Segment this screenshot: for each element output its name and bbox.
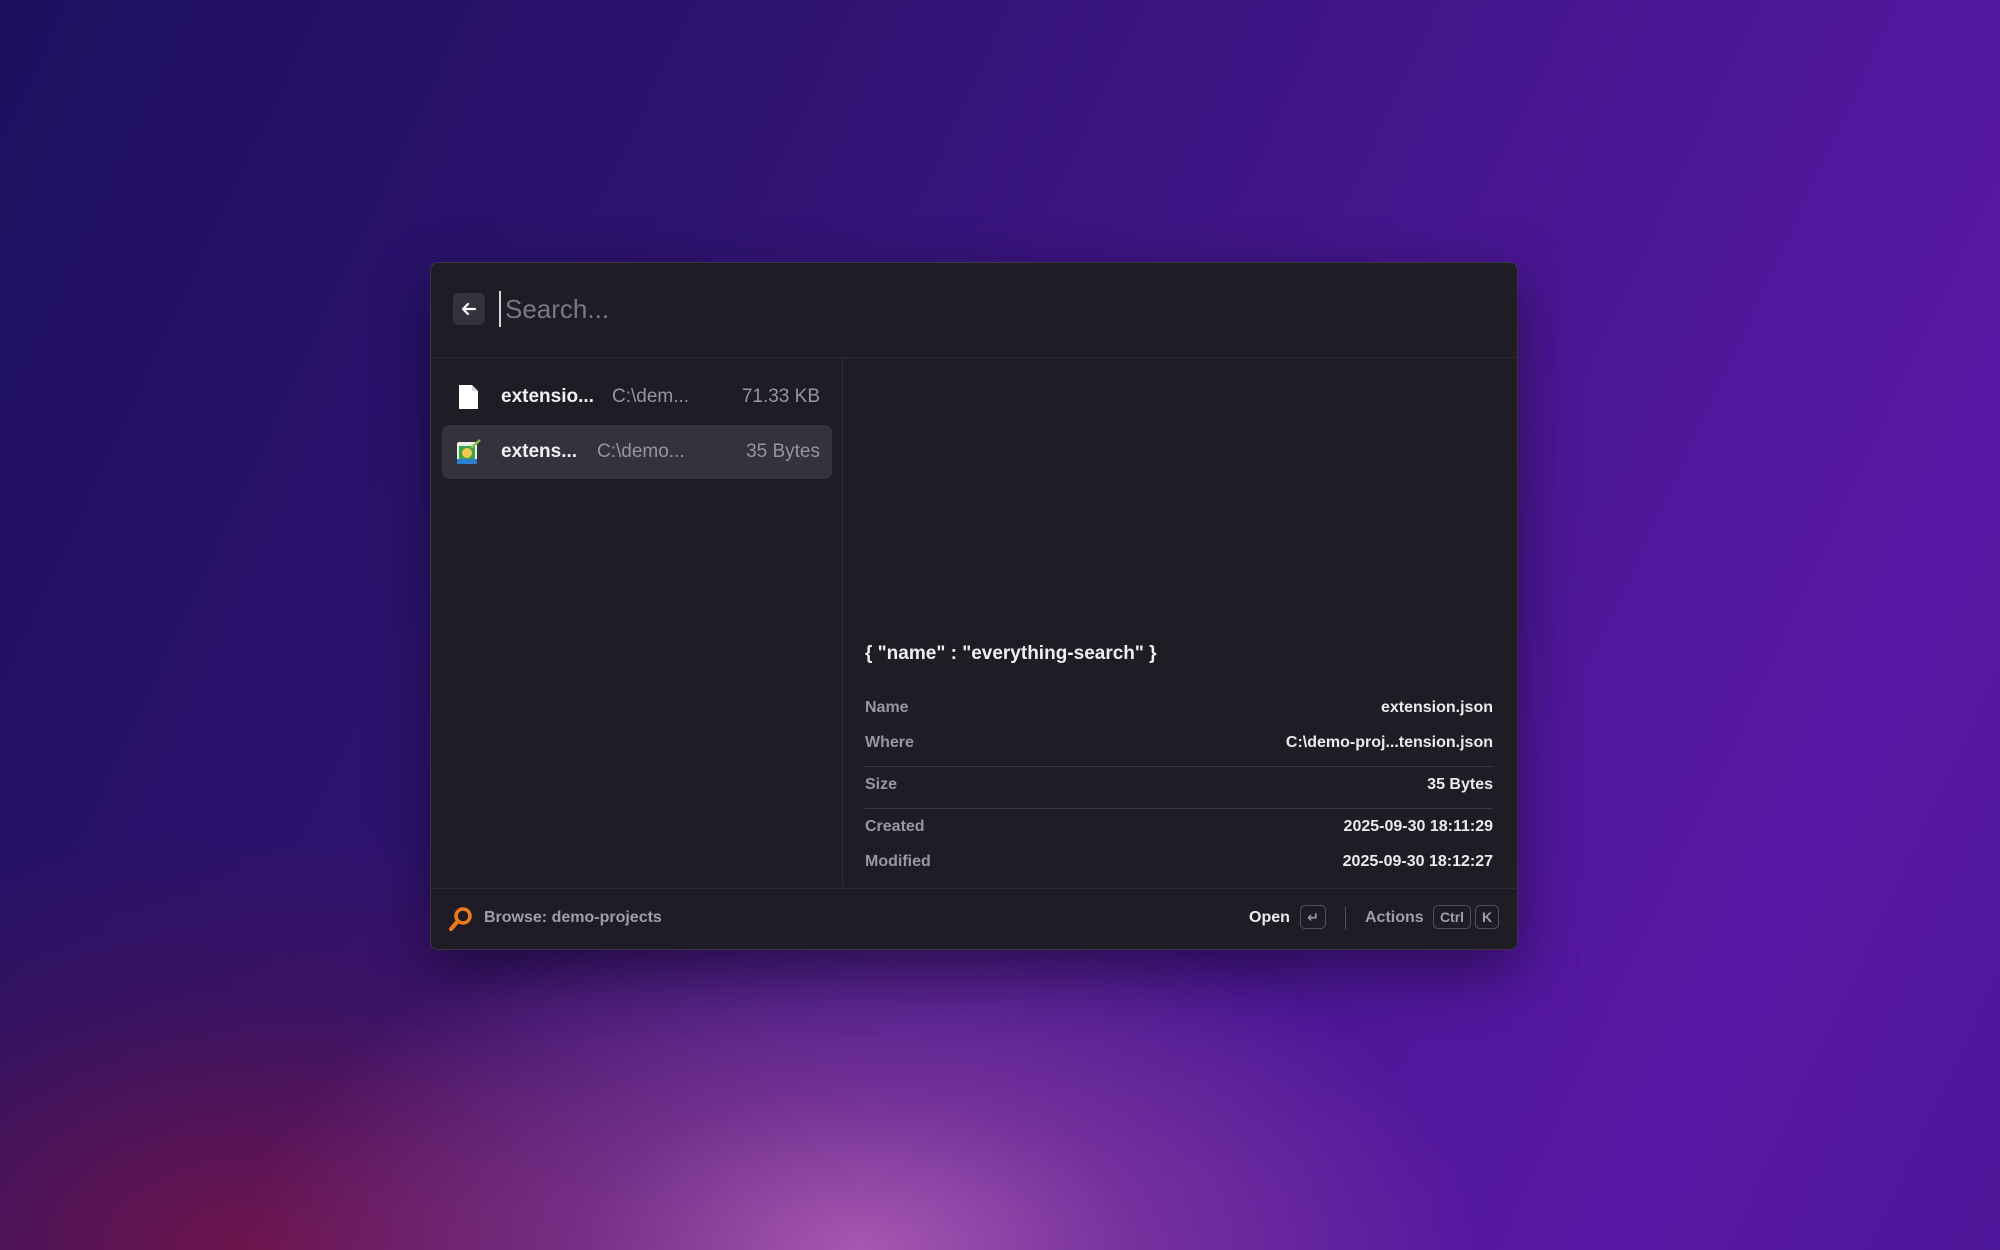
file-content-preview: { "name" : "everything-search" } <box>865 643 1157 664</box>
meta-where-row: Where C:\demo-proj...tension.json <box>865 728 1493 758</box>
result-path: C:\demo... <box>597 441 685 462</box>
meta-size-row: Size 35 Bytes <box>865 770 1493 800</box>
meta-created-value: 2025-09-30 18:11:29 <box>1343 818 1493 835</box>
result-name: extensio... <box>501 386 594 407</box>
result-path: C:\dem... <box>612 386 690 407</box>
meta-name-label: Name <box>865 699 909 716</box>
blank-document-icon <box>454 383 482 411</box>
meta-where-label: Where <box>865 734 914 751</box>
back-button[interactable] <box>453 293 485 325</box>
magnifier-icon <box>448 906 474 937</box>
json-file-icon <box>454 438 482 466</box>
ctrl-key-hint: Ctrl <box>1433 905 1471 929</box>
results-list: extensio... C:\dem... 71.33 KB extens...… <box>431 358 843 886</box>
meta-name-row: Name extension.json <box>865 693 1493 723</box>
result-row-selected[interactable]: extens... C:\demo... 35 Bytes <box>442 425 832 479</box>
meta-name-value: extension.json <box>1380 699 1493 716</box>
result-size: 71.33 KB <box>741 386 820 407</box>
launcher-window: extensio... C:\dem... 71.33 KB extens...… <box>430 262 1518 950</box>
meta-modified-value: 2025-09-30 18:12:27 <box>1342 853 1493 870</box>
meta-modified-row: Modified 2025-09-30 18:12:27 <box>865 847 1493 877</box>
search-bar <box>431 263 1517 358</box>
result-size: 35 Bytes <box>746 441 820 462</box>
meta-size-value: 35 Bytes <box>1427 776 1493 793</box>
meta-divider <box>865 766 1493 767</box>
result-name: extens... <box>501 441 578 462</box>
arrow-left-icon <box>460 300 478 318</box>
meta-where-value: C:\demo-proj...tension.json <box>1285 734 1493 751</box>
k-key-hint: K <box>1475 905 1499 929</box>
meta-modified-label: Modified <box>865 853 931 870</box>
open-action-button[interactable]: Open <box>1249 909 1290 927</box>
enter-key-hint: ↵ <box>1300 905 1326 929</box>
search-input[interactable] <box>499 291 1485 327</box>
meta-created-label: Created <box>865 818 925 835</box>
preview-pane: { "name" : "everything-search" } <box>843 358 1517 886</box>
footer-bar: Browse: demo-projects Open ↵ Actions Ctr… <box>431 888 1517 949</box>
meta-created-row: Created 2025-09-30 18:11:29 <box>865 812 1493 842</box>
result-row[interactable]: extensio... C:\dem... 71.33 KB <box>442 370 832 424</box>
meta-size-label: Size <box>865 776 898 793</box>
footer-divider <box>1345 907 1346 929</box>
browse-location-label: Browse: demo-projects <box>484 909 662 926</box>
meta-divider <box>865 808 1493 809</box>
actions-menu-button[interactable]: Actions <box>1365 909 1424 927</box>
